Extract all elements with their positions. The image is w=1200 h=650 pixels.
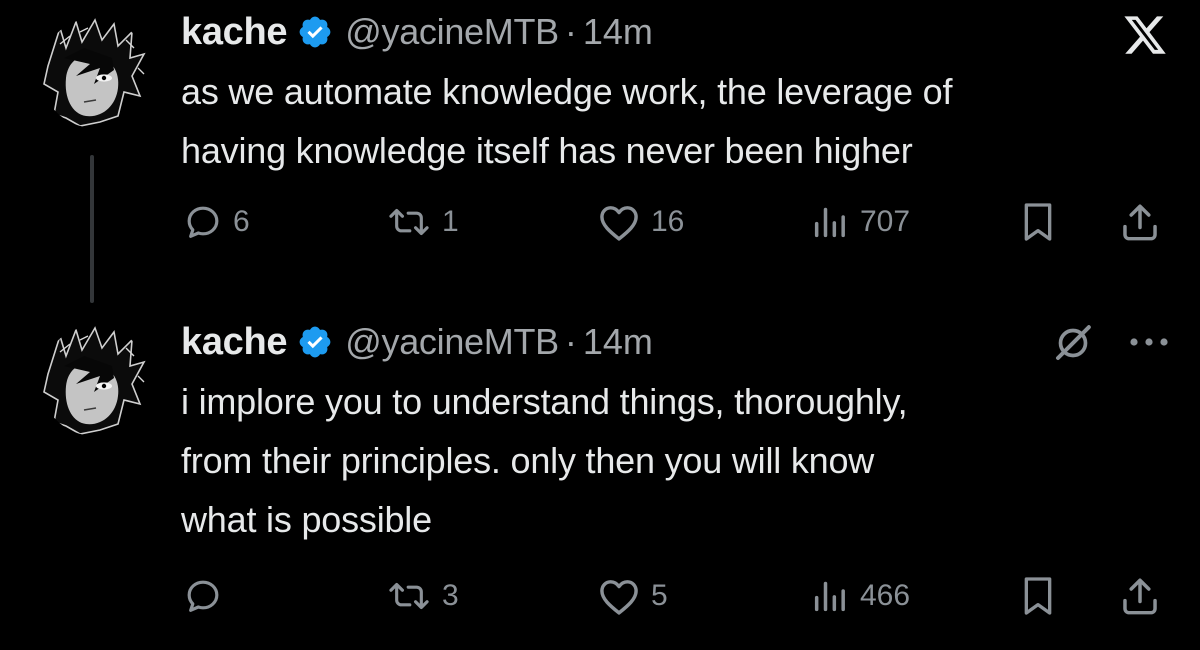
bookmark-icon xyxy=(1018,574,1058,618)
reply-count: 6 xyxy=(233,205,250,238)
like-button[interactable]: 16 xyxy=(597,194,684,250)
views-icon xyxy=(810,202,850,242)
timestamp[interactable]: 14m xyxy=(583,321,653,363)
bookmark-icon xyxy=(1018,200,1058,244)
tweet[interactable]: kache @yacineMTB · 14m i implore you to … xyxy=(0,310,1200,650)
username-handle[interactable]: @yacineMTB xyxy=(345,11,559,53)
tweet-header: kache @yacineMTB · 14m xyxy=(181,320,653,364)
share-button[interactable] xyxy=(1118,568,1162,624)
share-button[interactable] xyxy=(1118,194,1162,250)
reply-icon xyxy=(183,576,223,616)
tweet-header: kache @yacineMTB · 14m xyxy=(181,10,653,54)
tweet-actions: 3 5 466 xyxy=(0,568,1200,624)
views-icon xyxy=(810,576,850,616)
avatar-image xyxy=(40,326,150,436)
repost-count: 3 xyxy=(442,579,459,612)
tweet[interactable]: kache @yacineMTB · 14m as we automate kn… xyxy=(0,0,1200,310)
views-button[interactable]: 707 xyxy=(810,194,910,250)
tweet-text: as we automate knowledge work, the lever… xyxy=(181,71,953,171)
tweet-text: i implore you to understand things, thor… xyxy=(181,381,908,540)
views-count: 466 xyxy=(860,579,911,612)
heart-icon xyxy=(597,202,641,242)
more-icon[interactable] xyxy=(1127,329,1171,355)
heart-icon xyxy=(597,576,641,616)
bookmark-button[interactable] xyxy=(1018,194,1058,250)
avatar-image xyxy=(40,18,150,128)
separator-dot: · xyxy=(564,11,577,52)
avatar[interactable] xyxy=(40,18,150,128)
separator-dot: · xyxy=(564,321,577,362)
repost-button[interactable]: 1 xyxy=(386,194,459,250)
verified-badge-icon xyxy=(297,14,333,50)
grok-icon[interactable] xyxy=(1053,323,1093,363)
repost-count: 1 xyxy=(442,205,459,238)
views-count: 707 xyxy=(860,205,911,238)
share-icon xyxy=(1118,200,1162,244)
username-handle[interactable]: @yacineMTB xyxy=(345,321,559,363)
x-logo-icon xyxy=(1122,12,1168,58)
repost-button[interactable]: 3 xyxy=(386,568,459,624)
display-name[interactable]: kache xyxy=(181,11,288,54)
share-icon xyxy=(1118,574,1162,618)
repost-icon xyxy=(386,202,432,242)
reply-button[interactable] xyxy=(183,568,233,624)
avatar[interactable] xyxy=(40,326,150,436)
like-count: 16 xyxy=(651,205,685,238)
reply-icon xyxy=(183,202,223,242)
tweet-actions: 6 1 16 707 xyxy=(0,194,1200,250)
repost-icon xyxy=(386,576,432,616)
like-count: 5 xyxy=(651,579,668,612)
bookmark-button[interactable] xyxy=(1018,568,1058,624)
timestamp[interactable]: 14m xyxy=(583,11,653,53)
display-name[interactable]: kache xyxy=(181,321,288,364)
like-button[interactable]: 5 xyxy=(597,568,668,624)
verified-badge-icon xyxy=(297,324,333,360)
reply-button[interactable]: 6 xyxy=(183,194,250,250)
views-button[interactable]: 466 xyxy=(810,568,910,624)
